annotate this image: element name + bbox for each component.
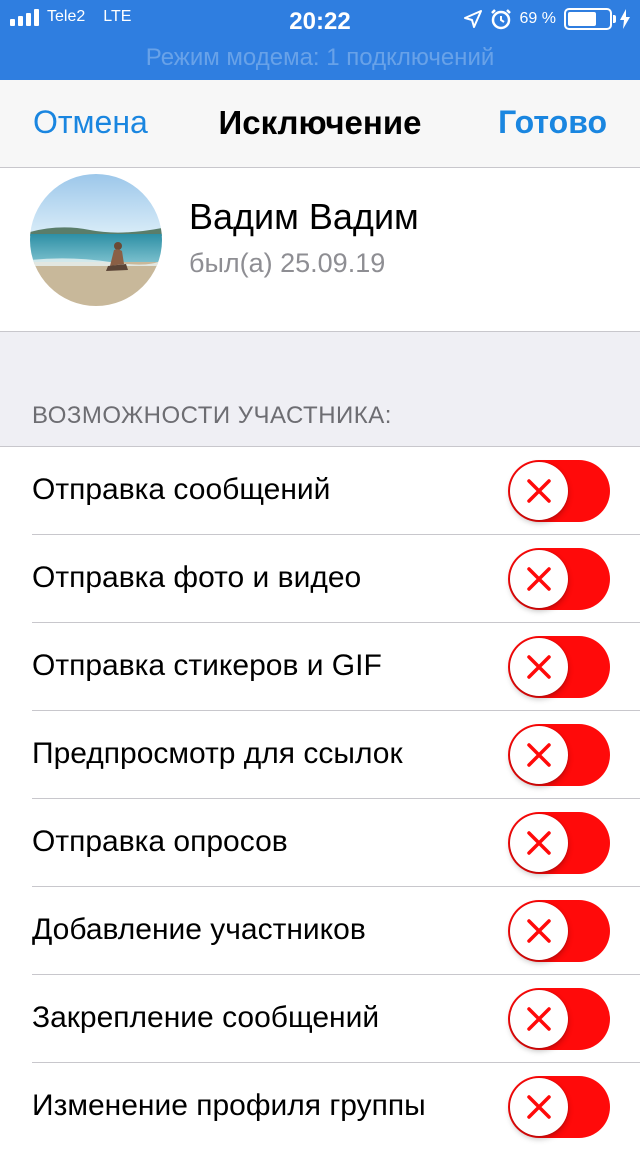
hotspot-banner[interactable]: Режим модема: 1 подключений [0,44,640,72]
toggle-knob [510,902,568,960]
toggle-knob [510,726,568,784]
permission-row: Предпросмотр для ссылок [0,711,640,799]
permission-row: Отправка стикеров и GIF [0,623,640,711]
close-icon [527,1095,551,1119]
toggle-knob [510,814,568,872]
charging-bolt-icon [620,9,630,29]
permission-row: Изменение профиля группы [0,1063,640,1151]
close-icon [527,743,551,767]
permission-label: Отправка фото и видео [32,561,362,594]
close-icon [527,919,551,943]
status-bar: Tele2 LTE 20:22 69 % Режим модема: 1 под… [0,0,640,80]
battery-icon [564,8,616,30]
permission-row: Отправка фото и видео [0,535,640,623]
toggle-knob [510,550,568,608]
toggle-knob [510,462,568,520]
navigation-bar: Отмена Исключение Готово [0,80,640,168]
permission-label: Изменение профиля группы [32,1089,426,1122]
permission-label: Предпросмотр для ссылок [32,737,403,770]
permission-label: Закрепление сообщений [32,1001,380,1034]
permission-toggle[interactable] [508,812,610,874]
done-button[interactable]: Готово [498,104,607,141]
alarm-icon [490,9,511,30]
permission-toggle[interactable] [508,636,610,698]
permission-toggle[interactable] [508,724,610,786]
last-seen-status: был(а) 25.09.19 [189,248,386,278]
section-header: ВОЗМОЖНОСТИ УЧАСТНИКА: [32,402,392,429]
status-right: 69 % [463,8,630,30]
close-icon [527,655,551,679]
permission-toggle[interactable] [508,1076,610,1138]
permission-toggle[interactable] [508,900,610,962]
permission-toggle[interactable] [508,548,610,610]
close-icon [527,479,551,503]
battery-percent: 69 % [519,10,556,27]
permission-label: Добавление участников [32,913,366,946]
user-profile: Вадим Вадим был(а) 25.09.19 [0,168,640,332]
avatar[interactable] [30,174,162,306]
user-name: Вадим Вадим [189,196,419,237]
permission-row: Отправка опросов [0,799,640,887]
close-icon [527,1007,551,1031]
close-icon [527,831,551,855]
permission-label: Отправка опросов [32,825,288,858]
toggle-knob [510,990,568,1048]
permission-row: Добавление участников [0,887,640,975]
permission-label: Отправка стикеров и GIF [32,649,382,682]
permission-row: Отправка сообщений [0,447,640,535]
toggle-knob [510,1078,568,1136]
toggle-knob [510,638,568,696]
close-icon [527,567,551,591]
permission-toggle[interactable] [508,988,610,1050]
location-arrow-icon [463,10,482,28]
section-separator: ВОЗМОЖНОСТИ УЧАСТНИКА: [0,332,640,447]
permission-toggle[interactable] [508,460,610,522]
permission-row: Закрепление сообщений [0,975,640,1063]
permissions-list: Отправка сообщений Отправка фото и видео О… [0,447,640,1151]
permission-label: Отправка сообщений [32,473,331,506]
